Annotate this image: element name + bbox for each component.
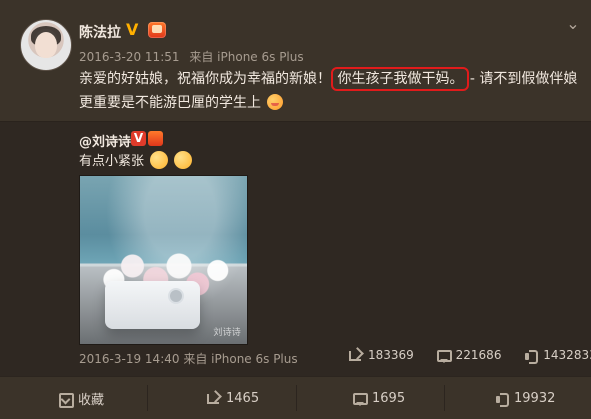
action-divider	[444, 385, 445, 411]
share-count: 1465	[226, 390, 260, 406]
verified-icon: V	[131, 131, 146, 146]
post-source-device: iPhone 6s Plus	[217, 50, 304, 64]
post-timestamp[interactable]: 2016-3-20 11:51	[79, 50, 180, 64]
collect-icon	[58, 391, 74, 408]
comment-button[interactable]: 1695	[352, 387, 405, 409]
post-content-part1: 亲爱的好姑娘，祝福你成为幸福的新娘！	[79, 71, 331, 87]
emoji-icon	[150, 151, 169, 169]
emoji-icon	[267, 94, 284, 110]
collect-button[interactable]: 收藏	[58, 387, 104, 409]
emoji-icon	[174, 151, 193, 169]
repost-comment-button[interactable]: 221686	[436, 348, 502, 363]
action-divider	[296, 385, 297, 411]
post-meta: 2016-3-20 11:51 来自 iPhone 6s Plus	[79, 48, 304, 65]
repost-share-count: 183369	[368, 348, 414, 362]
like-icon	[494, 391, 509, 407]
share-icon	[206, 391, 220, 405]
photo-watermark: 刘诗诗	[213, 328, 241, 338]
repost-meta: 2016-3-19 14:40 来自 iPhone 6s Plus	[79, 350, 298, 367]
post-source-prefix: 来自	[189, 50, 214, 64]
collect-label: 收藏	[78, 392, 105, 408]
author-name[interactable]: 陈法拉	[79, 22, 121, 42]
comment-icon	[436, 348, 452, 363]
like-count: 19932	[514, 390, 556, 406]
share-icon	[348, 348, 362, 362]
comment-icon	[352, 391, 368, 406]
repost-photo[interactable]: 刘诗诗	[79, 175, 248, 345]
repost-like-count: 1432833	[543, 348, 591, 362]
weibo-post-card: 陈法拉 V ⌄ 2016-3-20 11:51 来自 iPhone 6s Plu…	[0, 0, 591, 419]
repost-comment-count: 221686	[455, 348, 502, 362]
repost-like-button[interactable]: 1432833	[523, 348, 591, 364]
comment-count: 1695	[372, 390, 406, 406]
like-icon	[523, 348, 539, 364]
avatar-face	[35, 32, 57, 58]
verified-icon: V	[126, 20, 139, 39]
repost-share-button[interactable]: 183369	[348, 348, 414, 362]
share-button[interactable]: 1465	[206, 387, 259, 409]
repost-source-device: iPhone 6s Plus	[211, 352, 298, 366]
action-divider	[147, 385, 148, 411]
repost-text-body: 有点小紧张	[79, 154, 145, 169]
chevron-down-icon[interactable]: ⌄	[565, 16, 581, 32]
post-content-highlight: 你生孩子我做干妈。	[331, 67, 470, 91]
repost-text: 有点小紧张	[79, 150, 193, 169]
vip-icon	[148, 22, 166, 38]
photo-pillow	[105, 281, 200, 329]
post-content: 亲爱的好姑娘，祝福你成为幸福的新娘！ 你生孩子我做干妈。 - 请不到假做伴娘更重…	[79, 67, 579, 115]
repost-mention[interactable]: @刘诗诗	[79, 131, 131, 150]
photo-ring	[168, 288, 184, 304]
post-action-bar: 收藏 1465 1695 19932	[0, 376, 591, 419]
like-button[interactable]: 19932	[494, 387, 555, 409]
author-avatar[interactable]	[20, 19, 72, 71]
repost-timestamp[interactable]: 2016-3-19 14:40	[79, 352, 180, 366]
repost-source-prefix: 来自	[183, 352, 208, 366]
repost-actions: 183369 221686 1432833	[348, 348, 591, 366]
vip-icon	[148, 131, 163, 146]
